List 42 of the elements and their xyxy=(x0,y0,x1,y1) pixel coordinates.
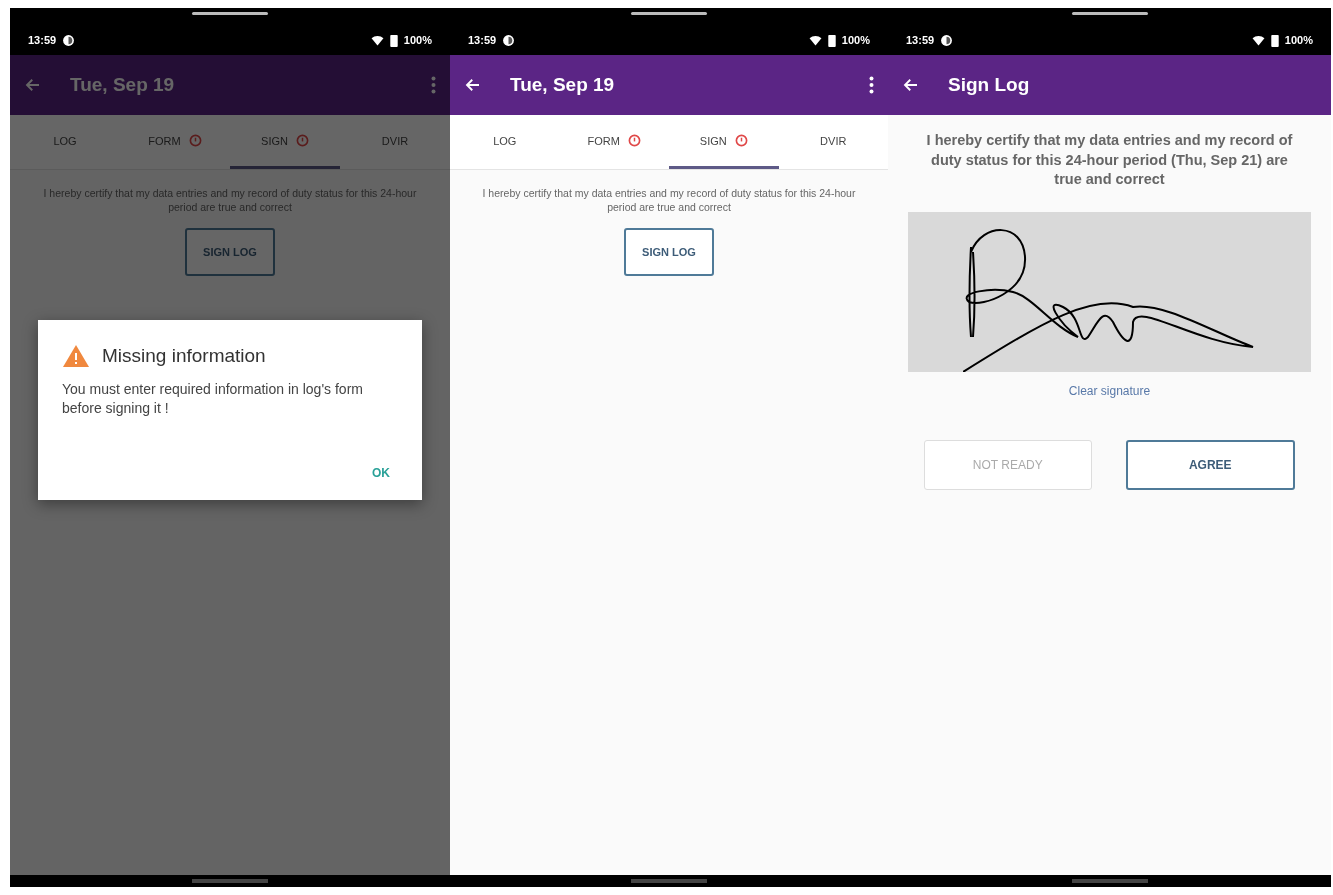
app-bar-title: Tue, Sep 19 xyxy=(510,74,616,96)
sync-icon xyxy=(940,33,954,47)
back-button[interactable] xyxy=(464,76,482,94)
tab[interactable]: SIGN xyxy=(669,115,779,169)
battery-icon xyxy=(1270,33,1279,47)
wifi-icon xyxy=(1251,33,1265,47)
ok-button[interactable]: OK xyxy=(364,462,398,484)
sync-icon xyxy=(502,33,516,47)
wifi-icon xyxy=(370,33,384,47)
dialog-message: You must enter required information in log's form before signing it ! xyxy=(62,380,364,418)
clear-signature-link[interactable]: Clear signature xyxy=(1068,383,1151,398)
back-arrow-icon xyxy=(464,76,482,94)
status-time: 13:59 xyxy=(28,34,57,46)
dialog-title: Missing information xyxy=(102,345,266,367)
back-button[interactable] xyxy=(902,76,920,94)
tab[interactable]: FORM xyxy=(559,115,669,169)
sign-log-button[interactable]: SIGN LOG xyxy=(624,228,714,277)
back-arrow-icon xyxy=(24,76,42,94)
battery-icon xyxy=(389,33,398,47)
sync-icon xyxy=(62,33,76,47)
status-time: 13:59 xyxy=(906,34,935,46)
battery-percentage: 100% xyxy=(403,34,432,46)
app-bar-title: Tue, Sep 19 xyxy=(70,74,176,96)
tab[interactable]: SIGN xyxy=(230,115,340,169)
battery-percentage: 100% xyxy=(1284,34,1313,46)
certification-text: I hereby certify that my data entries and my record of duty status for this 24-hour period (Thu, Sep 21) are true and correct xyxy=(925,131,1294,190)
tab[interactable]: LOG xyxy=(10,115,120,169)
status-time: 13:59 xyxy=(468,34,497,46)
battery-percentage: 100% xyxy=(841,34,870,46)
tab[interactable]: LOG xyxy=(450,115,560,169)
warning-icon xyxy=(62,344,90,368)
battery-icon xyxy=(827,33,836,47)
sign-log-button[interactable]: SIGN LOG xyxy=(185,228,275,277)
tab[interactable]: DVIR xyxy=(340,115,450,169)
tab[interactable]: FORM xyxy=(120,115,230,169)
tab[interactable]: DVIR xyxy=(778,115,888,169)
app-bar-title: Sign Log xyxy=(948,74,1031,96)
more-menu-icon[interactable] xyxy=(869,76,874,94)
certification-text: I hereby certify that my data entries and my record of duty status for this 24-hour period are true and correct xyxy=(481,186,857,215)
wifi-icon xyxy=(808,33,822,47)
action-button[interactable]: AGREE xyxy=(1125,439,1295,490)
back-arrow-icon xyxy=(902,76,920,94)
